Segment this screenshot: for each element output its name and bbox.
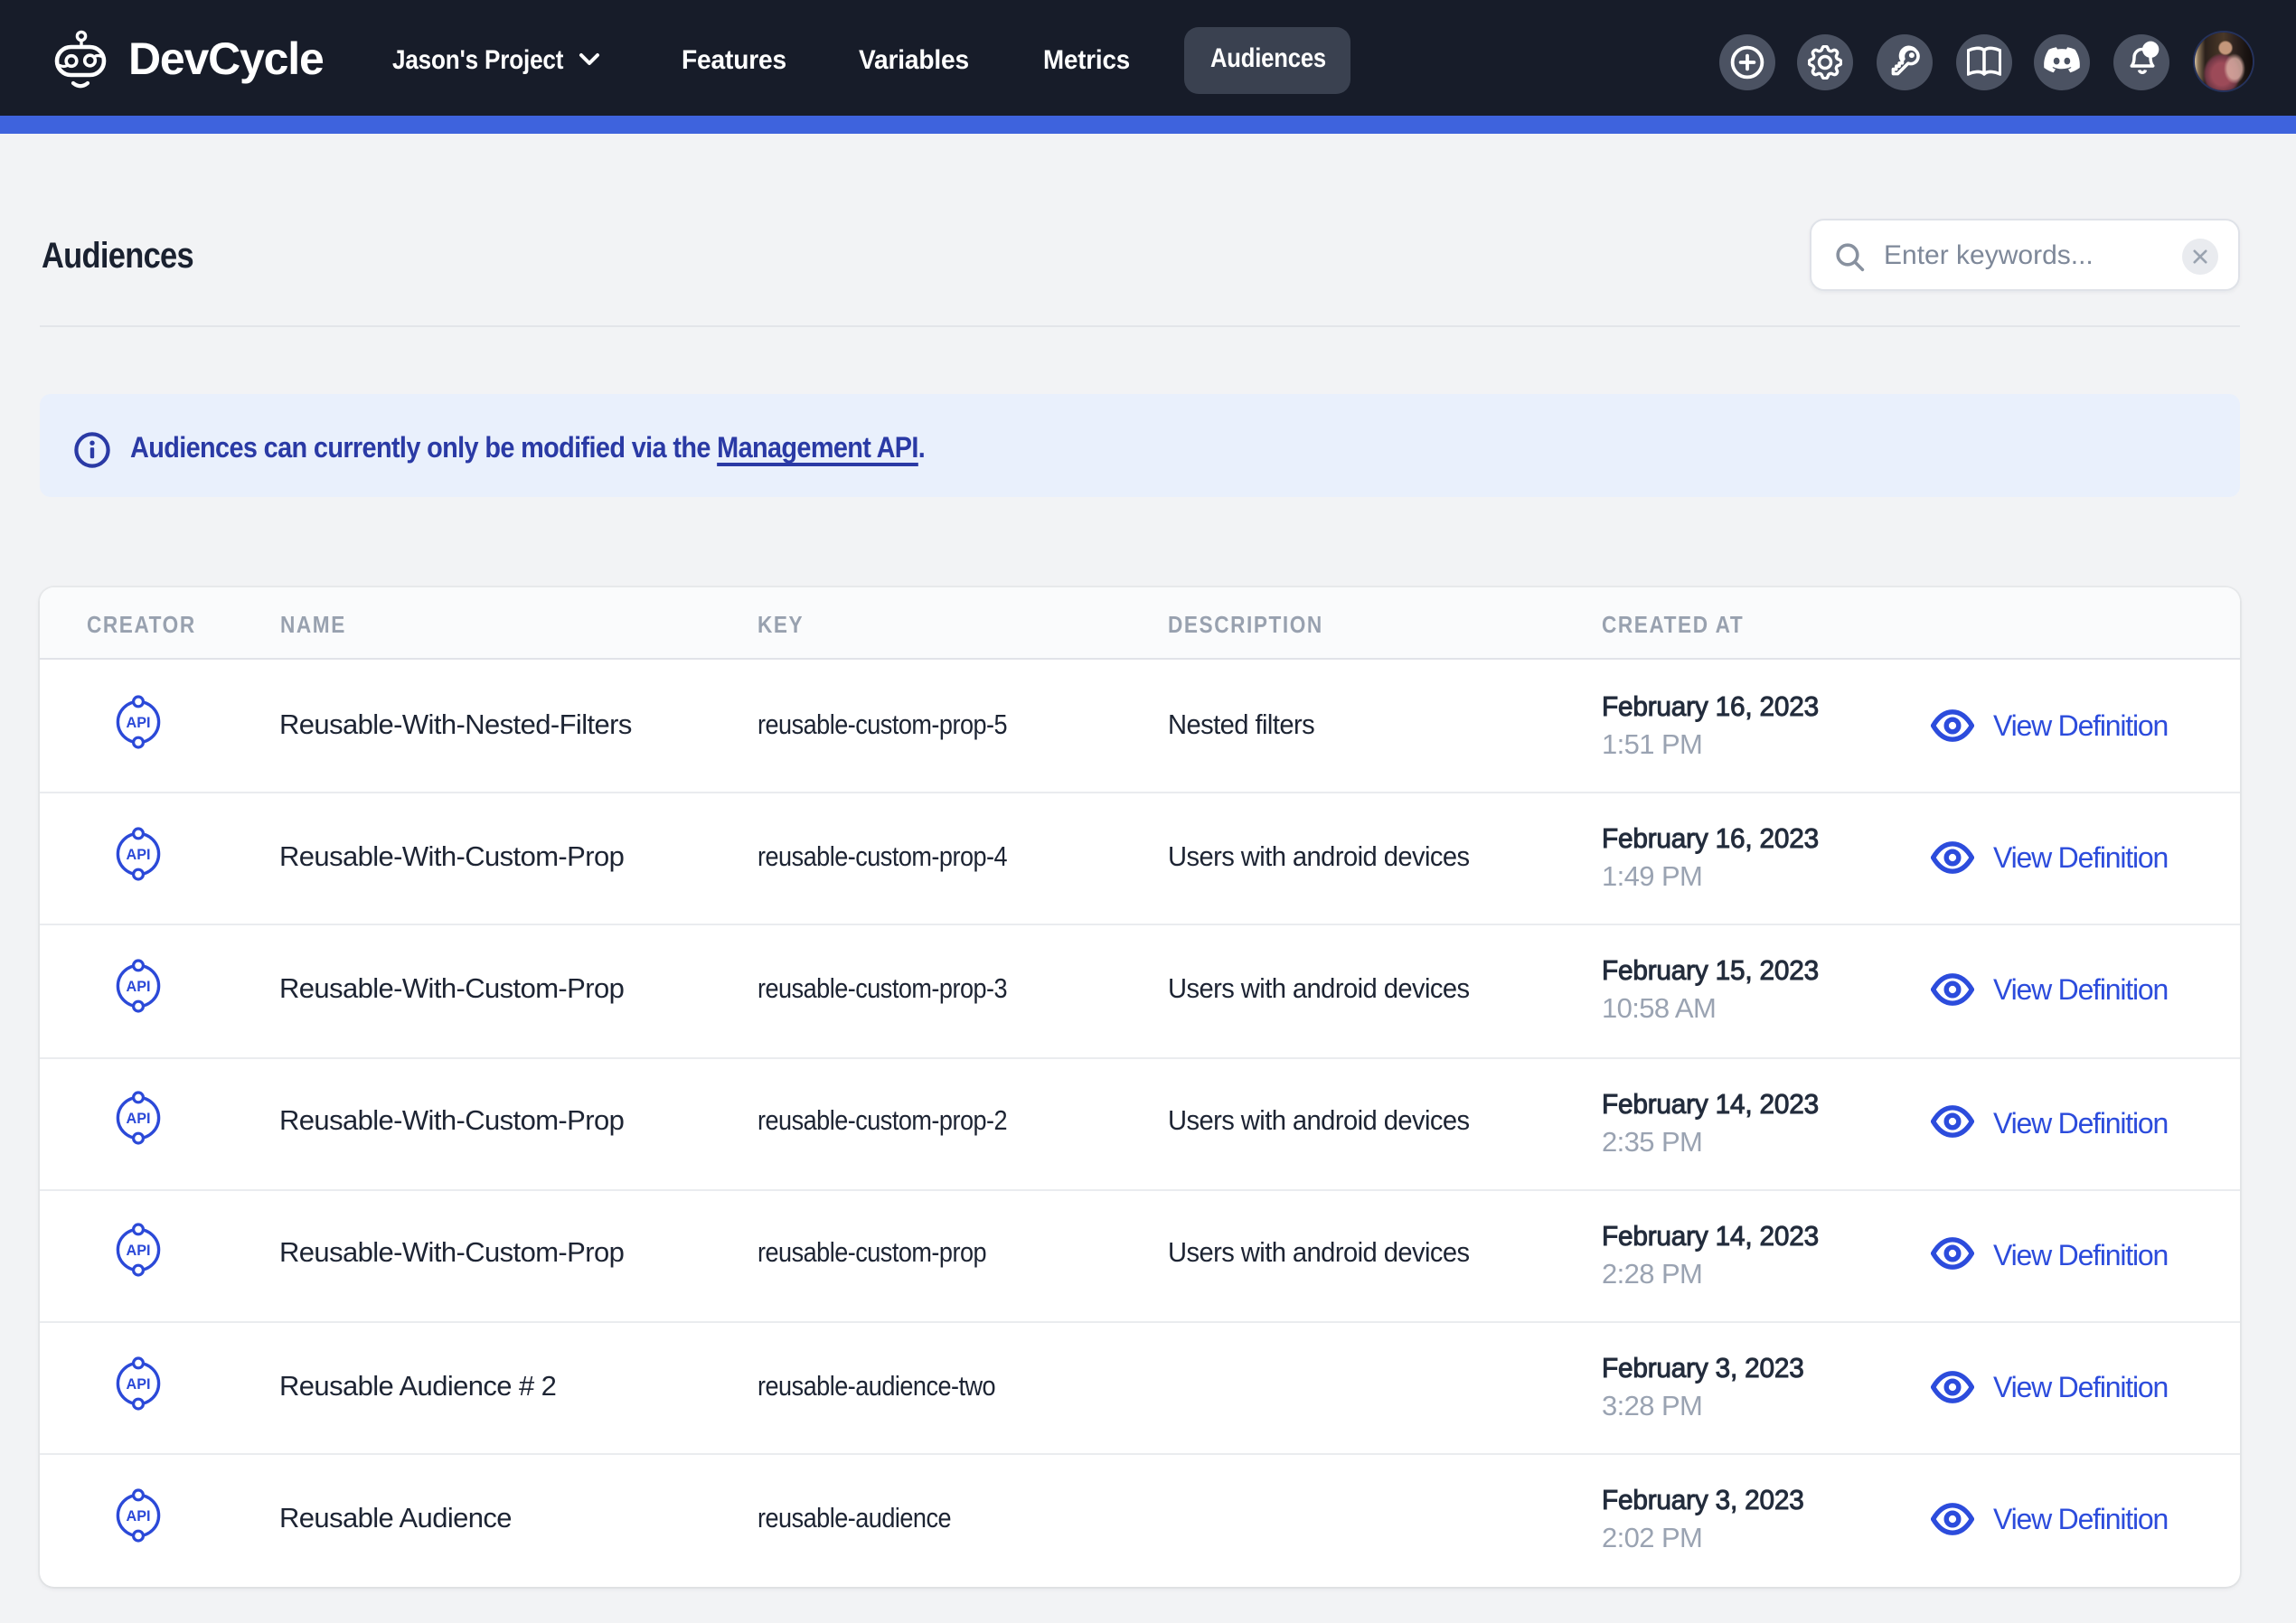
svg-text:API: API bbox=[127, 979, 151, 995]
svg-text:API: API bbox=[127, 1243, 151, 1260]
svg-text:API: API bbox=[127, 847, 151, 863]
svg-text:API: API bbox=[127, 1112, 151, 1128]
svg-text:API: API bbox=[127, 1508, 151, 1524]
svg-text:API: API bbox=[127, 714, 151, 730]
svg-text:API: API bbox=[127, 1375, 151, 1392]
